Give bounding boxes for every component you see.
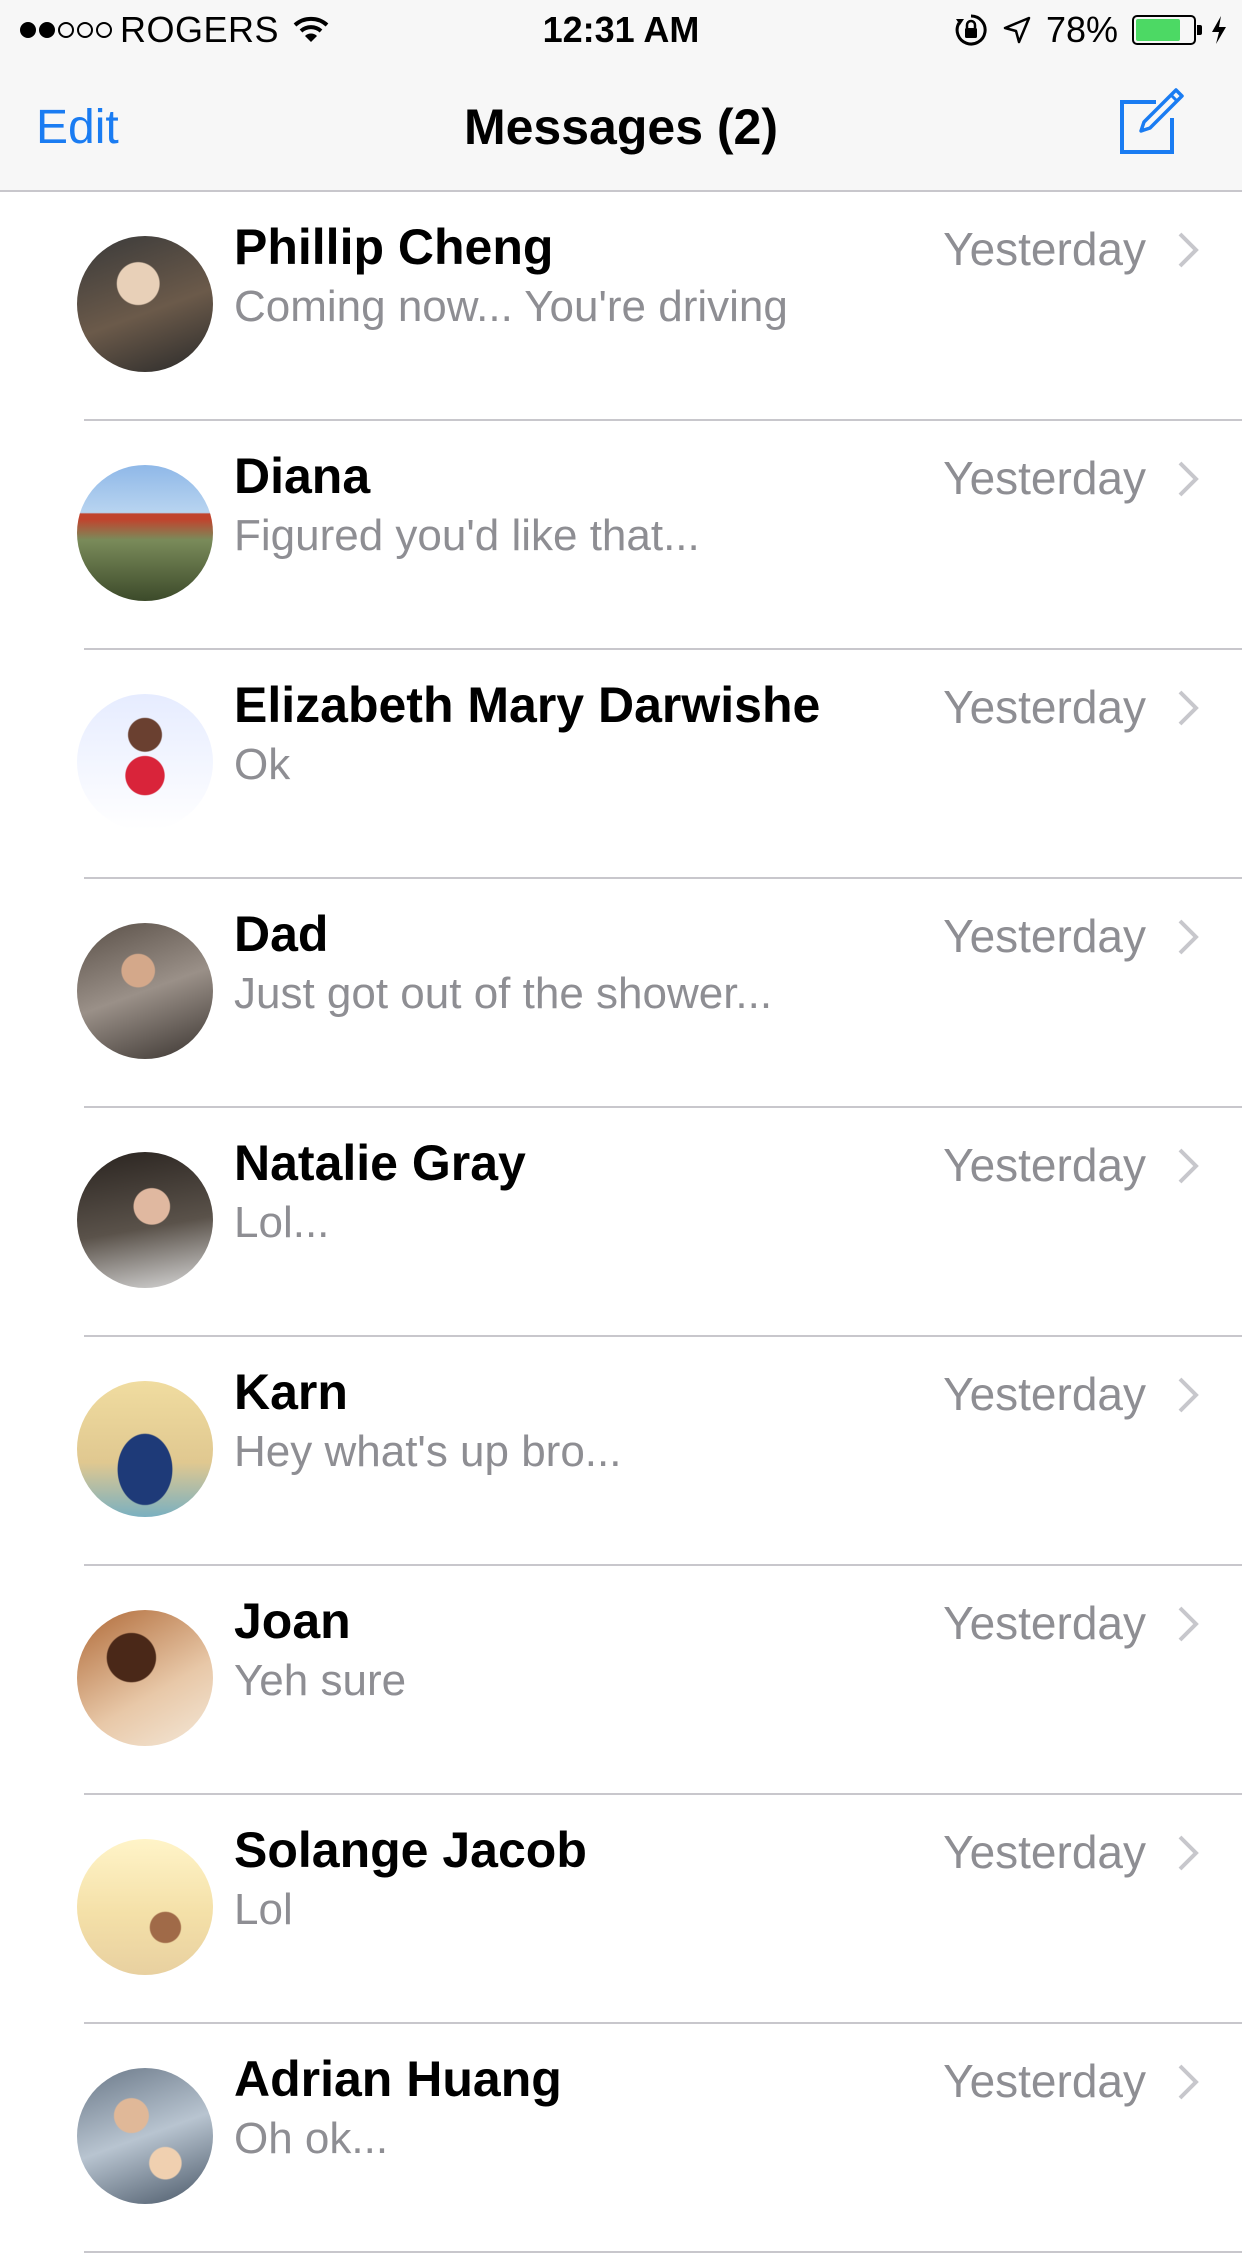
chevron-right-icon — [1178, 2064, 1199, 2100]
avatar — [77, 1839, 213, 1975]
message-preview: Lol... — [234, 1198, 330, 1247]
conversation-list: Phillip Cheng Coming now... You're drivin… — [0, 192, 1242, 2253]
contact-name: Phillip Cheng — [234, 219, 554, 275]
avatar — [77, 923, 213, 1059]
message-time: Yesterday — [943, 2055, 1146, 2107]
avatar — [77, 1610, 213, 1746]
conversation-row[interactable]: Joan Yeh sure Yesterday — [0, 1566, 1242, 1795]
message-time: Yesterday — [943, 1368, 1146, 1420]
contact-name: Karn — [234, 1364, 348, 1420]
message-preview: Figured you'd like that... — [234, 511, 700, 560]
navigation-bar: Edit Messages (2) — [0, 60, 1242, 192]
contact-name: Adrian Huang — [234, 2051, 562, 2107]
message-preview: Oh ok... — [234, 2114, 389, 2163]
message-time: Yesterday — [943, 452, 1146, 504]
conversation-row[interactable]: Karn Hey what's up bro... Yesterday — [0, 1337, 1242, 1566]
conversation-row[interactable]: Adrian Huang Oh ok... Yesterday — [0, 2024, 1242, 2253]
avatar — [77, 1152, 213, 1288]
message-preview: Coming now... You're driving — [234, 282, 788, 331]
message-preview: Yeh sure — [234, 1656, 407, 1705]
message-time: Yesterday — [943, 681, 1146, 733]
avatar — [77, 694, 213, 830]
avatar — [77, 2068, 213, 2204]
battery-fill — [1136, 19, 1180, 41]
chevron-right-icon — [1178, 461, 1199, 497]
location-arrow-icon — [1003, 16, 1031, 44]
status-bar-right: 78% — [954, 8, 1228, 52]
message-preview: Hey what's up bro... — [234, 1427, 622, 1476]
chevron-right-icon — [1178, 690, 1199, 726]
contact-name: Diana — [234, 448, 371, 504]
conversation-row[interactable]: Dad Just got out of the shower... Yesterda… — [0, 879, 1242, 1108]
message-time: Yesterday — [943, 1139, 1146, 1191]
message-time: Yesterday — [943, 1826, 1146, 1878]
conversation-row[interactable]: Natalie Gray Lol... Yesterday — [0, 1108, 1242, 1337]
message-preview: Just got out of the shower... — [234, 969, 773, 1018]
chevron-right-icon — [1178, 919, 1199, 955]
message-time: Yesterday — [943, 1597, 1146, 1649]
conversation-row[interactable]: Phillip Cheng Coming now... You're drivin… — [0, 192, 1242, 421]
message-preview: Ok — [234, 740, 291, 789]
contact-name: Joan — [234, 1593, 351, 1649]
battery-icon — [1132, 15, 1202, 45]
message-time: Yesterday — [943, 910, 1146, 962]
contact-name: Elizabeth Mary Darwishe — [234, 677, 821, 733]
message-time: Yesterday — [943, 223, 1146, 275]
chevron-right-icon — [1178, 1835, 1199, 1871]
contact-name: Dad — [234, 906, 329, 962]
conversation-row[interactable]: Diana Figured you'd like that... Yesterday — [0, 421, 1242, 650]
avatar — [77, 236, 213, 372]
avatar — [77, 1381, 213, 1517]
avatar — [77, 465, 213, 601]
message-preview: Lol — [234, 1885, 293, 1934]
chevron-right-icon — [1178, 1606, 1199, 1642]
page-title: Messages (2) — [463, 99, 779, 155]
contact-name: Solange Jacob — [234, 1822, 587, 1878]
conversation-row[interactable]: Solange Jacob Lol Yesterday — [0, 1795, 1242, 2024]
conversation-row[interactable]: Elizabeth Mary Darwishe Ok Yesterday — [0, 650, 1242, 879]
chevron-right-icon — [1178, 1148, 1199, 1184]
status-bar: ROGERS 12:31 AM 78% — [0, 0, 1242, 60]
battery-nub — [1197, 25, 1202, 35]
compose-icon[interactable] — [1114, 86, 1186, 158]
chevron-right-icon — [1178, 232, 1199, 268]
chevron-right-icon — [1178, 1377, 1199, 1413]
contact-name: Natalie Gray — [234, 1135, 526, 1191]
orientation-lock-icon — [955, 14, 987, 46]
battery-percent: 78% — [1045, 9, 1118, 50]
charging-bolt-icon — [1212, 16, 1226, 44]
